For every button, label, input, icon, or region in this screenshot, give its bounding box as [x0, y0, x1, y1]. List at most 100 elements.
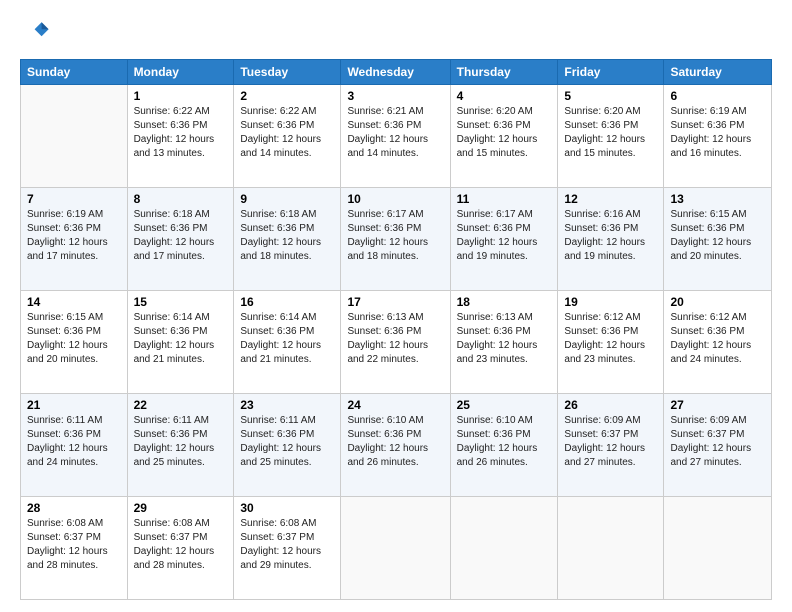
day-info: Sunrise: 6:20 AM Sunset: 6:36 PM Dayligh…	[564, 105, 657, 161]
sunrise-time: Sunrise: 6:13 AM	[347, 312, 423, 323]
sunrise-time: Sunrise: 6:12 AM	[564, 312, 640, 323]
sunset-time: Sunset: 6:36 PM	[347, 120, 421, 131]
daylight-hours: Daylight: 12 hours and 23 minutes.	[457, 340, 538, 365]
daylight-hours: Daylight: 12 hours and 17 minutes.	[27, 237, 108, 262]
calendar-cell: 17 Sunrise: 6:13 AM Sunset: 6:36 PM Dayl…	[341, 291, 450, 394]
day-number: 1	[134, 89, 228, 103]
daylight-hours: Daylight: 12 hours and 22 minutes.	[347, 340, 428, 365]
daylight-hours: Daylight: 12 hours and 25 minutes.	[134, 443, 215, 468]
day-info: Sunrise: 6:12 AM Sunset: 6:36 PM Dayligh…	[564, 311, 657, 367]
daylight-hours: Daylight: 12 hours and 16 minutes.	[670, 134, 751, 159]
day-of-week-wednesday: Wednesday	[341, 60, 450, 85]
sunrise-time: Sunrise: 6:19 AM	[27, 209, 103, 220]
calendar-cell: 10 Sunrise: 6:17 AM Sunset: 6:36 PM Dayl…	[341, 188, 450, 291]
daylight-hours: Daylight: 12 hours and 20 minutes.	[670, 237, 751, 262]
calendar-week-1: 1 Sunrise: 6:22 AM Sunset: 6:36 PM Dayli…	[21, 85, 772, 188]
day-info: Sunrise: 6:17 AM Sunset: 6:36 PM Dayligh…	[457, 208, 552, 264]
calendar-header-row: SundayMondayTuesdayWednesdayThursdayFrid…	[21, 60, 772, 85]
logo-icon	[22, 16, 50, 44]
calendar-table: SundayMondayTuesdayWednesdayThursdayFrid…	[20, 59, 772, 600]
calendar-cell: 9 Sunrise: 6:18 AM Sunset: 6:36 PM Dayli…	[234, 188, 341, 291]
day-info: Sunrise: 6:08 AM Sunset: 6:37 PM Dayligh…	[240, 517, 334, 573]
daylight-hours: Daylight: 12 hours and 26 minutes.	[347, 443, 428, 468]
calendar-cell: 19 Sunrise: 6:12 AM Sunset: 6:36 PM Dayl…	[558, 291, 664, 394]
day-number: 12	[564, 192, 657, 206]
day-of-week-monday: Monday	[127, 60, 234, 85]
sunset-time: Sunset: 6:36 PM	[564, 120, 638, 131]
calendar-cell: 7 Sunrise: 6:19 AM Sunset: 6:36 PM Dayli…	[21, 188, 128, 291]
day-number: 14	[27, 295, 121, 309]
day-info: Sunrise: 6:11 AM Sunset: 6:36 PM Dayligh…	[240, 414, 334, 470]
calendar-cell: 1 Sunrise: 6:22 AM Sunset: 6:36 PM Dayli…	[127, 85, 234, 188]
day-info: Sunrise: 6:11 AM Sunset: 6:36 PM Dayligh…	[134, 414, 228, 470]
day-info: Sunrise: 6:18 AM Sunset: 6:36 PM Dayligh…	[240, 208, 334, 264]
sunset-time: Sunset: 6:37 PM	[670, 429, 744, 440]
sunrise-time: Sunrise: 6:15 AM	[670, 209, 746, 220]
day-info: Sunrise: 6:21 AM Sunset: 6:36 PM Dayligh…	[347, 105, 443, 161]
day-info: Sunrise: 6:14 AM Sunset: 6:36 PM Dayligh…	[134, 311, 228, 367]
sunrise-time: Sunrise: 6:12 AM	[670, 312, 746, 323]
daylight-hours: Daylight: 12 hours and 18 minutes.	[347, 237, 428, 262]
day-number: 13	[670, 192, 765, 206]
sunrise-time: Sunrise: 6:11 AM	[27, 415, 102, 426]
day-info: Sunrise: 6:15 AM Sunset: 6:36 PM Dayligh…	[27, 311, 121, 367]
day-of-week-friday: Friday	[558, 60, 664, 85]
sunset-time: Sunset: 6:36 PM	[27, 429, 101, 440]
day-info: Sunrise: 6:10 AM Sunset: 6:36 PM Dayligh…	[347, 414, 443, 470]
day-number: 11	[457, 192, 552, 206]
sunrise-time: Sunrise: 6:18 AM	[240, 209, 316, 220]
day-info: Sunrise: 6:17 AM Sunset: 6:36 PM Dayligh…	[347, 208, 443, 264]
calendar-cell: 4 Sunrise: 6:20 AM Sunset: 6:36 PM Dayli…	[450, 85, 558, 188]
sunrise-time: Sunrise: 6:17 AM	[457, 209, 533, 220]
sunset-time: Sunset: 6:36 PM	[457, 120, 531, 131]
sunrise-time: Sunrise: 6:08 AM	[134, 518, 210, 529]
sunrise-time: Sunrise: 6:08 AM	[240, 518, 316, 529]
sunrise-time: Sunrise: 6:08 AM	[27, 518, 103, 529]
calendar-cell: 23 Sunrise: 6:11 AM Sunset: 6:36 PM Dayl…	[234, 394, 341, 497]
sunrise-time: Sunrise: 6:14 AM	[240, 312, 316, 323]
sunset-time: Sunset: 6:36 PM	[457, 326, 531, 337]
day-number: 3	[347, 89, 443, 103]
calendar-cell: 25 Sunrise: 6:10 AM Sunset: 6:36 PM Dayl…	[450, 394, 558, 497]
calendar-cell: 15 Sunrise: 6:14 AM Sunset: 6:36 PM Dayl…	[127, 291, 234, 394]
sunset-time: Sunset: 6:36 PM	[27, 326, 101, 337]
sunset-time: Sunset: 6:36 PM	[240, 223, 314, 234]
sunset-time: Sunset: 6:36 PM	[240, 429, 314, 440]
daylight-hours: Daylight: 12 hours and 15 minutes.	[564, 134, 645, 159]
day-info: Sunrise: 6:16 AM Sunset: 6:36 PM Dayligh…	[564, 208, 657, 264]
sunrise-time: Sunrise: 6:11 AM	[240, 415, 315, 426]
sunset-time: Sunset: 6:37 PM	[134, 532, 208, 543]
calendar-cell: 24 Sunrise: 6:10 AM Sunset: 6:36 PM Dayl…	[341, 394, 450, 497]
day-number: 17	[347, 295, 443, 309]
day-info: Sunrise: 6:08 AM Sunset: 6:37 PM Dayligh…	[27, 517, 121, 573]
day-of-week-sunday: Sunday	[21, 60, 128, 85]
day-number: 26	[564, 398, 657, 412]
daylight-hours: Daylight: 12 hours and 14 minutes.	[240, 134, 321, 159]
sunset-time: Sunset: 6:36 PM	[670, 326, 744, 337]
sunrise-time: Sunrise: 6:22 AM	[134, 106, 210, 117]
sunrise-time: Sunrise: 6:19 AM	[670, 106, 746, 117]
sunrise-time: Sunrise: 6:14 AM	[134, 312, 210, 323]
daylight-hours: Daylight: 12 hours and 25 minutes.	[240, 443, 321, 468]
day-number: 6	[670, 89, 765, 103]
sunset-time: Sunset: 6:36 PM	[670, 120, 744, 131]
calendar-cell: 20 Sunrise: 6:12 AM Sunset: 6:36 PM Dayl…	[664, 291, 772, 394]
day-number: 30	[240, 501, 334, 515]
calendar-cell	[664, 497, 772, 600]
calendar-week-5: 28 Sunrise: 6:08 AM Sunset: 6:37 PM Dayl…	[21, 497, 772, 600]
sunrise-time: Sunrise: 6:16 AM	[564, 209, 640, 220]
day-info: Sunrise: 6:19 AM Sunset: 6:36 PM Dayligh…	[27, 208, 121, 264]
calendar-week-3: 14 Sunrise: 6:15 AM Sunset: 6:36 PM Dayl…	[21, 291, 772, 394]
day-info: Sunrise: 6:14 AM Sunset: 6:36 PM Dayligh…	[240, 311, 334, 367]
calendar-cell: 12 Sunrise: 6:16 AM Sunset: 6:36 PM Dayl…	[558, 188, 664, 291]
day-number: 28	[27, 501, 121, 515]
daylight-hours: Daylight: 12 hours and 14 minutes.	[347, 134, 428, 159]
daylight-hours: Daylight: 12 hours and 19 minutes.	[564, 237, 645, 262]
day-info: Sunrise: 6:22 AM Sunset: 6:36 PM Dayligh…	[240, 105, 334, 161]
sunset-time: Sunset: 6:36 PM	[134, 120, 208, 131]
daylight-hours: Daylight: 12 hours and 19 minutes.	[457, 237, 538, 262]
calendar-cell: 5 Sunrise: 6:20 AM Sunset: 6:36 PM Dayli…	[558, 85, 664, 188]
calendar-cell: 3 Sunrise: 6:21 AM Sunset: 6:36 PM Dayli…	[341, 85, 450, 188]
day-info: Sunrise: 6:09 AM Sunset: 6:37 PM Dayligh…	[564, 414, 657, 470]
calendar-cell: 18 Sunrise: 6:13 AM Sunset: 6:36 PM Dayl…	[450, 291, 558, 394]
